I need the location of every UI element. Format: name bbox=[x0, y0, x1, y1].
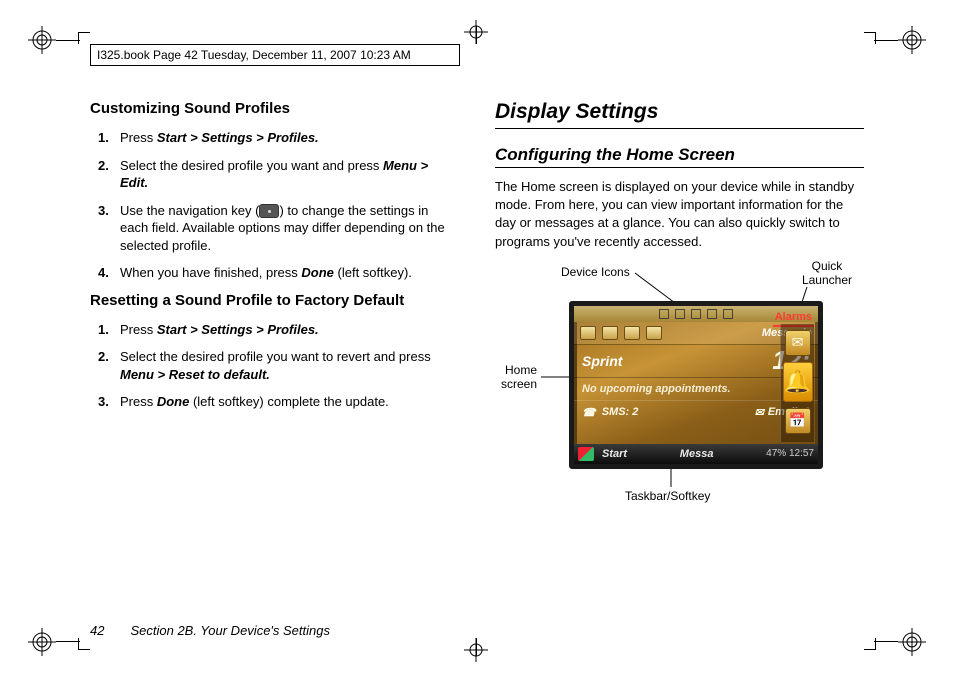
status-icon bbox=[675, 309, 685, 319]
step-number: 1. bbox=[98, 321, 109, 339]
step-item: 1. Press Start > Settings > Profiles. bbox=[104, 321, 459, 339]
page-footer: 42 Section 2B. Your Device's Settings bbox=[90, 623, 864, 638]
battery-clock: 47% 12:57 bbox=[766, 448, 814, 459]
heading-display-settings: Display Settings bbox=[495, 100, 864, 129]
step-bold: Start > Settings > Profiles. bbox=[157, 322, 319, 337]
step-item: 2. Select the desired profile you want a… bbox=[104, 157, 459, 192]
step-number: 2. bbox=[98, 157, 109, 175]
status-icon bbox=[659, 309, 669, 319]
step-item: 3. Press Done (left softkey) complete th… bbox=[104, 393, 459, 411]
step-item: 1. Press Start > Settings > Profiles. bbox=[104, 129, 459, 147]
carrier-label: Sprint bbox=[582, 353, 622, 369]
page-number: 42 bbox=[90, 623, 104, 638]
step-number: 2. bbox=[98, 348, 109, 366]
bell-icon: 🔔 bbox=[783, 362, 813, 402]
step-bold: Menu > Reset to default. bbox=[120, 367, 270, 382]
step-text: (left softkey). bbox=[338, 265, 412, 280]
step-bold: Done bbox=[157, 394, 193, 409]
step-bold: Done bbox=[301, 265, 337, 280]
quick-launcher-column: ✉ 🔔 📅 bbox=[780, 324, 814, 442]
messa-softkey: Messa bbox=[635, 448, 758, 460]
heading-customizing-sound-profiles: Customizing Sound Profiles bbox=[90, 100, 459, 117]
device-screenshot: Alarms Messagin Sprint 12: No upcoming a… bbox=[569, 301, 823, 469]
crop-center-icon bbox=[464, 638, 488, 662]
contacts-icon bbox=[624, 326, 640, 340]
navigation-key-icon bbox=[259, 204, 279, 218]
section-label: Section 2B. Your Device's Settings bbox=[130, 623, 330, 638]
crop-center-icon bbox=[464, 20, 488, 44]
windows-logo-icon bbox=[578, 447, 594, 461]
start-softkey: Start bbox=[602, 448, 627, 460]
registration-mark-icon bbox=[28, 26, 56, 54]
step-text: (left softkey) complete the update. bbox=[193, 394, 389, 409]
step-bold: Start > Settings > Profiles. bbox=[157, 130, 319, 145]
step-item: 3. Use the navigation key () to change t… bbox=[104, 202, 459, 255]
step-text: Press bbox=[120, 130, 157, 145]
header-note: I325.book Page 42 Tuesday, December 11, … bbox=[90, 44, 460, 66]
left-column: Customizing Sound Profiles 1. Press Star… bbox=[90, 100, 459, 521]
sms-label: SMS: 2 bbox=[602, 406, 639, 418]
home-screen-diagram: Device Icons Quick Launcher Home screen … bbox=[495, 261, 864, 521]
registration-mark-icon bbox=[898, 628, 926, 656]
step-item: 2. Select the desired profile you want t… bbox=[104, 348, 459, 383]
step-text: When you have finished, press bbox=[120, 265, 301, 280]
step-text: Select the desired profile you want and … bbox=[120, 158, 383, 173]
calendar-icon bbox=[602, 326, 618, 340]
step-number: 3. bbox=[98, 202, 109, 220]
step-text: Press bbox=[120, 322, 157, 337]
registration-mark-icon bbox=[898, 26, 926, 54]
quick-launch-item: 📅 bbox=[785, 408, 811, 434]
crop-tick bbox=[56, 40, 80, 41]
step-text: Press bbox=[120, 394, 157, 409]
body-paragraph: The Home screen is displayed on your dev… bbox=[495, 178, 864, 251]
crop-tick bbox=[56, 641, 80, 642]
phone-icon: ☎ bbox=[582, 406, 596, 419]
mail-icon bbox=[580, 326, 596, 340]
quick-launch-item: ✉ bbox=[785, 330, 811, 356]
registration-mark-icon bbox=[28, 628, 56, 656]
step-number: 4. bbox=[98, 264, 109, 282]
taskbar: Start Messa 47% 12:57 bbox=[574, 444, 818, 464]
status-icon bbox=[691, 309, 701, 319]
crop-tick bbox=[874, 641, 898, 642]
step-text: Use the navigation key ( bbox=[120, 203, 259, 218]
envelope-icon: ✉ bbox=[755, 406, 764, 419]
steps-resetting: 1. Press Start > Settings > Profiles. 2.… bbox=[90, 321, 459, 411]
right-column: Display Settings Configuring the Home Sc… bbox=[495, 100, 864, 521]
ie-icon bbox=[646, 326, 662, 340]
status-icon bbox=[707, 309, 717, 319]
status-icon bbox=[723, 309, 733, 319]
steps-customizing: 1. Press Start > Settings > Profiles. 2.… bbox=[90, 129, 459, 282]
step-number: 1. bbox=[98, 129, 109, 147]
heading-resetting-profile: Resetting a Sound Profile to Factory Def… bbox=[90, 292, 459, 309]
step-item: 4. When you have finished, press Done (l… bbox=[104, 264, 459, 282]
crop-tick bbox=[874, 40, 898, 41]
step-number: 3. bbox=[98, 393, 109, 411]
step-text: Select the desired profile you want to r… bbox=[120, 349, 431, 364]
heading-configuring-home-screen: Configuring the Home Screen bbox=[495, 145, 864, 168]
